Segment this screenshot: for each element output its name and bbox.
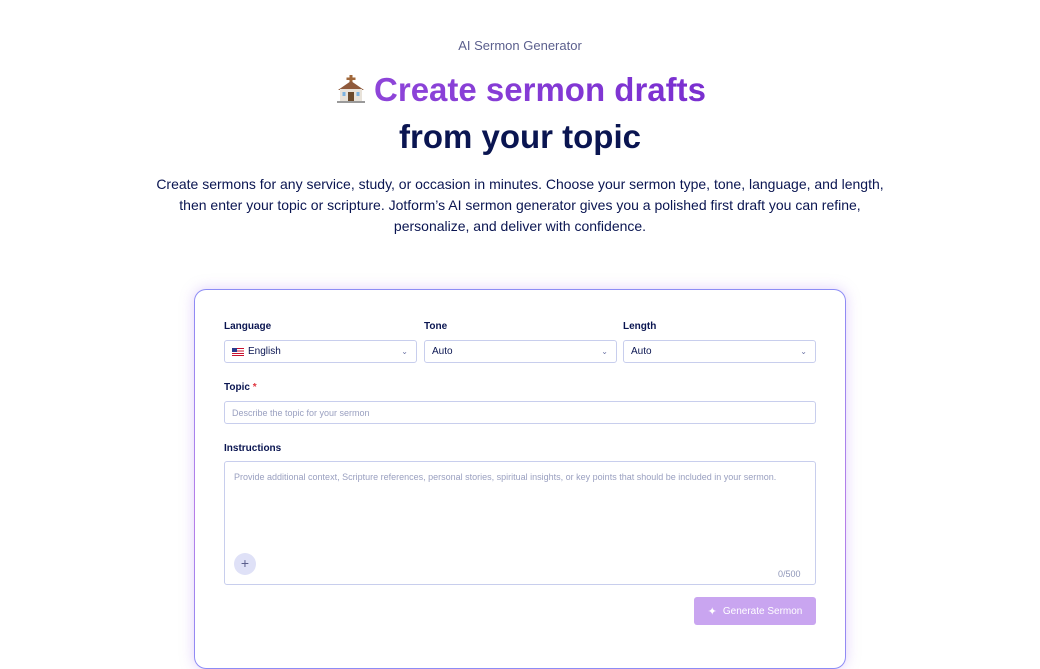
language-label: Language [224, 321, 272, 332]
generate-sermon-button[interactable]: ✦ Generate Sermon [694, 597, 816, 625]
title-gradient-text: Create sermon drafts [374, 71, 706, 108]
required-mark: * [252, 382, 257, 393]
page-title-line1: Create sermon drafts [0, 70, 1040, 110]
topic-placeholder: Describe the topic for your sermon [232, 407, 370, 418]
topic-input[interactable]: Describe the topic for your sermon [224, 401, 816, 424]
language-select[interactable]: English ⌄ [224, 340, 417, 363]
chevron-down-icon: ⌄ [800, 347, 807, 356]
church-icon [334, 73, 368, 103]
plus-icon[interactable]: + [234, 553, 256, 575]
instructions-label: Instructions [224, 443, 282, 454]
tone-label: Tone [424, 321, 448, 332]
chevron-down-icon: ⌄ [401, 347, 408, 356]
length-select[interactable]: Auto ⌄ [623, 340, 816, 363]
length-label: Length [623, 321, 657, 332]
eyebrow-label: AI Sermon Generator [458, 38, 582, 53]
page-title-line2: from your topic [398, 118, 641, 155]
chevron-down-icon: ⌄ [601, 347, 608, 356]
sermon-form: Language English ⌄ Tone Auto ⌄ Length Au… [195, 290, 845, 668]
instructions-textarea[interactable]: Provide additional context, Scripture re… [224, 461, 816, 585]
sermon-form-card: Language English ⌄ Tone Auto ⌄ Length Au… [194, 289, 846, 669]
sparkle-icon: ✦ [707, 605, 717, 618]
instructions-placeholder: Provide additional context, Scripture re… [234, 472, 777, 482]
tone-select[interactable]: Auto ⌄ [424, 340, 617, 363]
character-counter: 0/500 [778, 569, 801, 579]
generate-sermon-label: Generate Sermon [722, 605, 803, 617]
length-value: Auto [631, 346, 652, 357]
language-value: English [248, 346, 281, 357]
topic-label-text: Topic [224, 382, 250, 393]
us-flag-icon [232, 347, 244, 356]
topic-label: Topic * [224, 382, 257, 393]
page-description: Create sermons for any service, study, o… [156, 176, 884, 234]
tone-value: Auto [432, 346, 453, 357]
